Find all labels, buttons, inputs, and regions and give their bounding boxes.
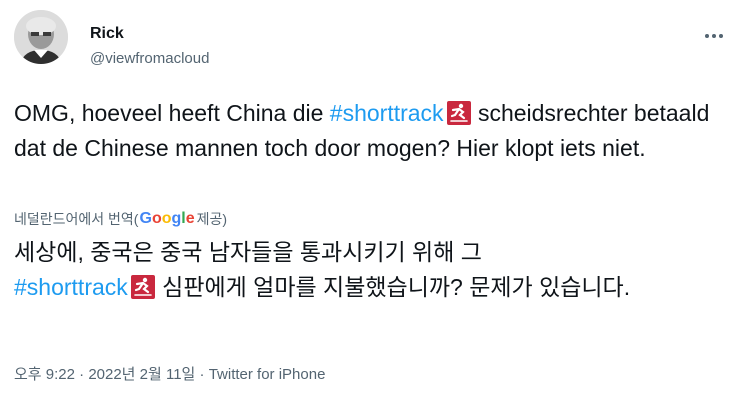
- google-logo: Google: [139, 210, 195, 227]
- hashtag-link[interactable]: #shorttrack: [330, 100, 444, 126]
- translation-attribution: 네덜란드어에서 번역( Google 제공): [14, 208, 227, 230]
- more-dots-icon: [705, 34, 723, 38]
- tweet-metadata: 오후 9:22 · 2022년 2월 11일 · Twitter for iPh…: [14, 364, 325, 386]
- tweet-time[interactable]: 오후 9:22: [14, 366, 75, 383]
- translated-text: 세상에, 중국은 중국 남자들을 통과시키기 위해 그 #shorttrack …: [14, 235, 740, 305]
- avatar[interactable]: [14, 10, 68, 64]
- translation-label[interactable]: 네덜란드어에서 번역(: [14, 208, 138, 230]
- meta-separator: ·: [74, 366, 89, 383]
- more-options-button[interactable]: [696, 18, 732, 54]
- meta-separator: ·: [195, 366, 209, 383]
- author-handle[interactable]: @viewfromacloud: [90, 49, 209, 69]
- short-track-skating-icon: [446, 101, 471, 125]
- tweet: Rick @viewfromacloud OMG, hoeveel heeft …: [0, 0, 752, 403]
- short-track-skating-icon: [130, 275, 155, 299]
- tweet-text: OMG, hoeveel heeft China die #shorttrack…: [14, 96, 740, 166]
- tweet-text-before: OMG, hoeveel heeft China die: [14, 100, 330, 126]
- tweet-date[interactable]: 2022년 2월 11일: [88, 366, 195, 383]
- translated-hashtag-link[interactable]: #shorttrack: [14, 274, 128, 300]
- author-info: Rick @viewfromacloud: [90, 24, 209, 69]
- tweet-source[interactable]: Twitter for iPhone: [209, 366, 326, 383]
- translated-text-after: 심판에게 얼마를 지불했습니까? 문제가 있습니다.: [155, 274, 631, 300]
- author-display-name[interactable]: Rick: [90, 24, 209, 44]
- translation-label-suffix: 제공): [196, 211, 228, 227]
- translated-text-before: 세상에, 중국은 중국 남자들을 통과시키기 위해 그: [14, 239, 482, 265]
- avatar-photo: [14, 10, 68, 64]
